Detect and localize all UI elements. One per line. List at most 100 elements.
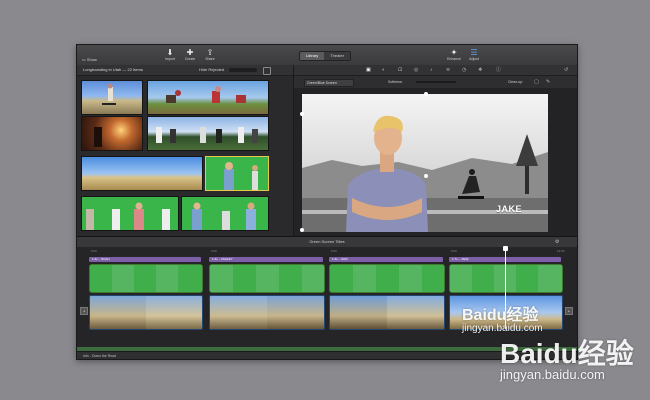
clip-green-screen-three[interactable] bbox=[181, 196, 269, 231]
title-clip[interactable]: 1.6s – NOAH bbox=[89, 257, 201, 262]
time-mark: 6:00 bbox=[331, 249, 337, 253]
clip-frame bbox=[134, 265, 157, 292]
audio-detach-icon[interactable]: ▸ bbox=[565, 307, 573, 315]
reset-icon[interactable]: ↺ bbox=[564, 67, 568, 73]
media-browser bbox=[77, 76, 293, 236]
time-mark: 12:00 bbox=[557, 249, 565, 253]
clip-frame bbox=[90, 296, 147, 329]
people-figures bbox=[156, 127, 258, 143]
download-icon: ⬇ bbox=[166, 48, 174, 57]
crop-handle-center[interactable] bbox=[424, 174, 428, 178]
settings-icon[interactable] bbox=[263, 67, 271, 75]
green-screen-clip[interactable] bbox=[449, 264, 563, 293]
clip-frame bbox=[178, 265, 202, 292]
zoom-slider[interactable] bbox=[229, 68, 257, 72]
clip-frame bbox=[256, 265, 280, 292]
clip-frame bbox=[538, 265, 562, 292]
clip-frame bbox=[422, 265, 444, 292]
title-clip[interactable]: 1.6s – SAM bbox=[329, 257, 443, 262]
green-screen-clip[interactable] bbox=[209, 264, 325, 293]
watermark-logo-small: Baidu经验 bbox=[462, 307, 539, 324]
primary-video-clip[interactable] bbox=[89, 295, 203, 330]
clip-frame bbox=[516, 265, 539, 292]
person-figures bbox=[224, 162, 258, 190]
clip-frame bbox=[233, 265, 257, 292]
color-correction-icon[interactable]: ◐ bbox=[382, 67, 385, 73]
timeline-settings-icon[interactable]: ⚙ bbox=[555, 239, 559, 245]
clip-frame bbox=[450, 265, 473, 292]
primary-video-clip[interactable] bbox=[329, 295, 445, 330]
info-icon[interactable]: ⓘ bbox=[496, 67, 501, 73]
filter-icon[interactable]: ❖ bbox=[478, 67, 482, 73]
clip-frame bbox=[146, 296, 202, 329]
share-button[interactable]: ⇪ Share bbox=[199, 48, 221, 62]
tab-theater[interactable]: Theater bbox=[324, 52, 351, 60]
show-button[interactable]: ▭ Show bbox=[82, 57, 97, 62]
brush-icon[interactable]: ✎ bbox=[546, 79, 550, 85]
viewer: JAKE bbox=[293, 88, 577, 236]
noise-reduction-icon[interactable]: ≋ bbox=[446, 67, 450, 73]
clip-frame bbox=[112, 265, 135, 292]
clip-green-screen-two[interactable] bbox=[81, 196, 179, 231]
clip-desert-road[interactable] bbox=[81, 156, 203, 191]
watermark-url-large: jingyan.baidu.com bbox=[500, 367, 605, 382]
crop-icon[interactable]: ⊡ bbox=[398, 67, 402, 73]
import-button[interactable]: ⬇ Import bbox=[159, 48, 181, 62]
clip-frame bbox=[330, 296, 388, 329]
green-screen-clip[interactable] bbox=[89, 264, 203, 293]
green-screen-clip[interactable] bbox=[329, 264, 445, 293]
volume-icon[interactable]: ♪ bbox=[430, 67, 433, 73]
person-figures-3 bbox=[192, 202, 256, 230]
clip-frame bbox=[210, 265, 234, 292]
tab-library[interactable]: Library bbox=[300, 52, 325, 60]
clip-frame bbox=[376, 265, 400, 292]
color-balance-icon[interactable]: ▣ bbox=[366, 67, 371, 73]
primary-video-clip[interactable] bbox=[209, 295, 325, 330]
clip-sunset[interactable] bbox=[81, 116, 143, 151]
skater-figure bbox=[102, 83, 116, 105]
library-title: Longboarding in Utah — 22 Items bbox=[83, 67, 143, 72]
time-mark: 0:00 bbox=[91, 249, 97, 253]
crop-handle-left[interactable] bbox=[300, 112, 304, 116]
crop-handle-bottom-left[interactable] bbox=[300, 228, 304, 232]
softness-label: Softness: bbox=[388, 80, 403, 84]
clip-frame bbox=[330, 265, 354, 292]
plus-icon: ✚ bbox=[186, 48, 194, 57]
audio-detach-icon[interactable]: ◂ bbox=[80, 307, 88, 315]
clip-frame bbox=[267, 296, 324, 329]
overlay-title-text: JAKE bbox=[496, 204, 523, 214]
time-ruler: 0:00 3:00 6:00 9:00 12:00 bbox=[77, 247, 577, 256]
hide-rejected-label: Hide Rejected bbox=[199, 67, 225, 72]
enhance-button[interactable]: ✦ Enhance bbox=[443, 48, 465, 62]
adjustments-bar: ▣ ◐ ⊡ ◎ ♪ ≋ ◷ ❖ ⓘ ↺ bbox=[293, 65, 577, 76]
create-button[interactable]: ✚ Create bbox=[179, 48, 201, 62]
clip-green-screen-selected[interactable] bbox=[205, 156, 269, 191]
clip-frame bbox=[279, 265, 303, 292]
clip-frame bbox=[353, 265, 377, 292]
clip-skater-sky[interactable] bbox=[81, 80, 143, 115]
clip-group-street[interactable] bbox=[147, 116, 269, 151]
clip-frame bbox=[399, 265, 423, 292]
playhead-handle[interactable] bbox=[503, 246, 508, 251]
share-icon: ⇪ bbox=[206, 48, 214, 57]
crop-handle-top[interactable] bbox=[424, 92, 428, 96]
cleanup-label: Clean-up: bbox=[508, 80, 524, 84]
project-title: Green Screen Titles bbox=[309, 239, 345, 244]
clip-frame bbox=[90, 265, 113, 292]
viewer-video[interactable]: JAKE bbox=[302, 94, 548, 232]
clip-frame bbox=[210, 296, 268, 329]
effect-controls: Green/Blue Screen Softness: Clean-up: ▢ … bbox=[293, 76, 577, 88]
effect-dropdown[interactable]: Green/Blue Screen bbox=[304, 79, 354, 87]
view-tabs: Library Theater bbox=[299, 51, 352, 61]
clip-skater-ground[interactable] bbox=[147, 80, 269, 115]
time-mark: 3:00 bbox=[211, 249, 217, 253]
eraser-icon[interactable]: ▢ bbox=[534, 79, 539, 85]
softness-slider[interactable] bbox=[416, 81, 456, 83]
adjust-button[interactable]: ☰ Adjust bbox=[463, 48, 485, 62]
title-clip[interactable]: 1.6s – ASHLEY bbox=[209, 257, 323, 262]
person-figures-2 bbox=[86, 202, 170, 230]
clip-frame bbox=[302, 265, 324, 292]
stabilization-icon[interactable]: ◎ bbox=[414, 67, 418, 73]
speed-icon[interactable]: ◷ bbox=[462, 67, 466, 73]
library-header: Longboarding in Utah — 22 Items Hide Rej… bbox=[77, 65, 293, 76]
